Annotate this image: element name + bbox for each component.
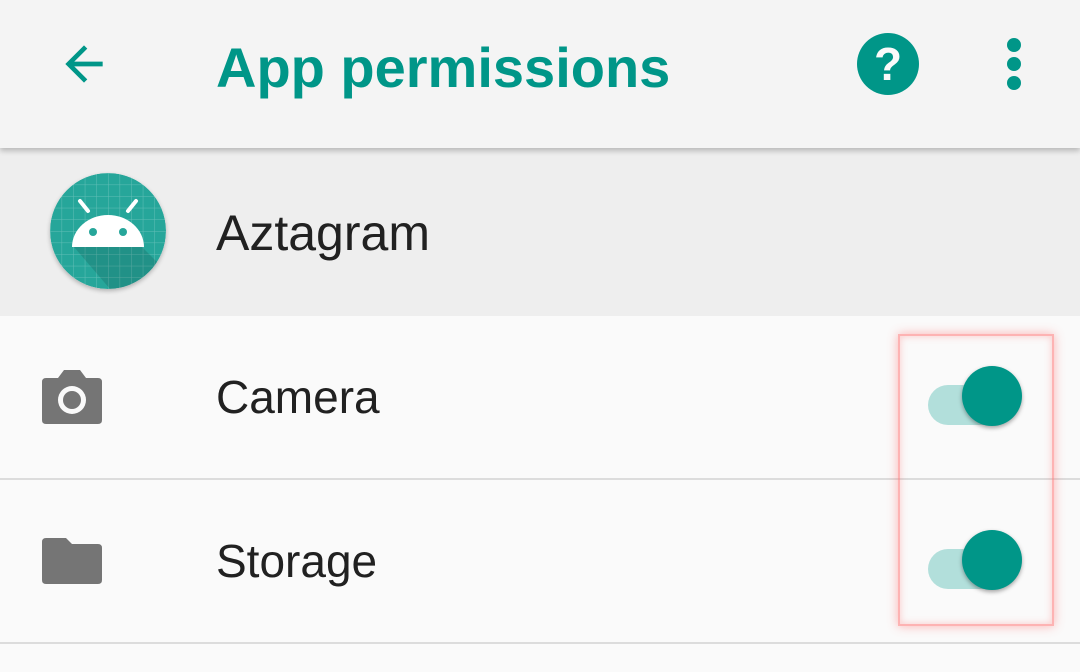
android-icon	[50, 173, 166, 289]
camera-toggle[interactable]	[924, 366, 1028, 430]
permission-label: Storage	[216, 535, 378, 587]
help-icon: ?	[857, 33, 919, 95]
toggle-thumb	[962, 366, 1022, 426]
permission-label: Camera	[216, 371, 380, 423]
page-title: App permissions	[216, 36, 671, 99]
app-name: Aztagram	[216, 205, 430, 261]
more-vert-icon	[1007, 38, 1021, 90]
app-header: Aztagram	[0, 148, 1080, 316]
permission-row-storage[interactable]: Storage	[0, 480, 1080, 644]
folder-icon	[42, 538, 102, 584]
camera-icon	[42, 370, 102, 424]
toggle-thumb	[962, 530, 1022, 590]
app-bar: App permissions ?	[0, 0, 1080, 148]
app-permissions-screen: App permissions ? Aztagram Camera Storag…	[0, 0, 1080, 672]
back-button[interactable]	[44, 24, 124, 104]
storage-toggle[interactable]	[924, 530, 1028, 594]
arrow-back-icon	[65, 45, 103, 83]
permission-row-camera[interactable]: Camera	[0, 316, 1080, 480]
help-button[interactable]: ?	[854, 30, 922, 98]
more-options-button[interactable]	[984, 30, 1044, 100]
